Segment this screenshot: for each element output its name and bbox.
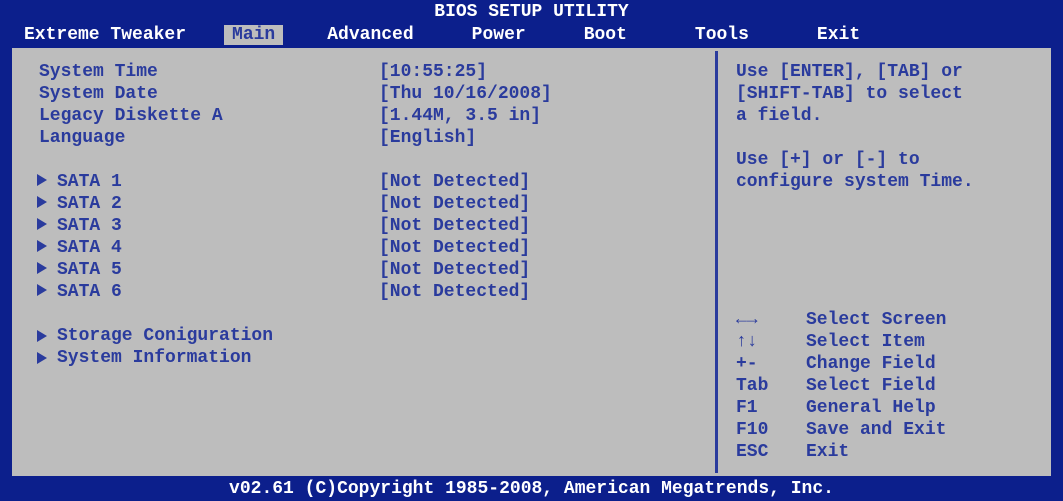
label-system-date: System Date	[39, 83, 379, 105]
triangle-icon	[37, 284, 47, 296]
row-sata-1[interactable]: SATA 1 [Not Detected]	[39, 171, 707, 193]
key-tab: Tab	[736, 375, 806, 397]
key-row-change-field: +- Change Field	[736, 353, 1034, 375]
key-row-select-field: Tab Select Field	[736, 375, 1034, 397]
label-sata-2: SATA 2	[57, 194, 122, 214]
key-arrows-lr-icon: ←→	[736, 309, 806, 331]
row-sata-3[interactable]: SATA 3 [Not Detected]	[39, 215, 707, 237]
label-sata-5: SATA 5	[57, 260, 122, 280]
key-desc: Save and Exit	[806, 419, 946, 441]
help-line-5: configure system Time.	[736, 171, 1034, 193]
help-line-3: a field.	[736, 105, 1034, 127]
key-row-save-exit: F10 Save and Exit	[736, 419, 1034, 441]
key-esc: ESC	[736, 441, 806, 463]
menu-tools[interactable]: Tools	[685, 25, 759, 45]
key-row-exit: ESC Exit	[736, 441, 1034, 463]
menu-exit[interactable]: Exit	[807, 25, 870, 45]
triangle-icon	[37, 240, 47, 252]
value-sata-5: [Not Detected]	[379, 259, 530, 281]
key-desc: Select Item	[806, 331, 925, 353]
label-legacy-diskette: Legacy Diskette A	[39, 105, 379, 127]
triangle-icon	[37, 330, 47, 342]
row-system-time[interactable]: System Time [10:55:25]	[39, 61, 707, 83]
row-sata-2[interactable]: SATA 2 [Not Detected]	[39, 193, 707, 215]
label-sata-1: SATA 1	[57, 172, 122, 192]
key-row-select-item: ↑↓ Select Item	[736, 331, 1034, 353]
menu-bar: Extreme Tweaker Main Advanced Power Boot…	[0, 24, 1063, 48]
label-sata-3: SATA 3	[57, 216, 122, 236]
key-arrows-ud-icon: ↑↓	[736, 331, 806, 353]
label-system-time: System Time	[39, 61, 379, 83]
help-line-2: [SHIFT-TAB] to select	[736, 83, 1034, 105]
help-line-1: Use [ENTER], [TAB] or	[736, 61, 1034, 83]
content-panels: System Time [10:55:25] System Date [Thu …	[12, 48, 1051, 476]
settings-panel: System Time [10:55:25] System Date [Thu …	[15, 51, 718, 473]
key-desc: Select Screen	[806, 309, 946, 331]
label-system-information: System Information	[57, 347, 251, 369]
submenu-system-information[interactable]: System Information	[39, 347, 707, 369]
submenu-storage-configuration[interactable]: Storage Coniguration	[39, 325, 707, 347]
key-f10: F10	[736, 419, 806, 441]
triangle-icon	[37, 262, 47, 274]
key-row-general-help: F1 General Help	[736, 397, 1034, 419]
triangle-icon	[37, 352, 47, 364]
row-sata-5[interactable]: SATA 5 [Not Detected]	[39, 259, 707, 281]
triangle-icon	[37, 174, 47, 186]
key-desc: Exit	[806, 441, 849, 463]
row-language[interactable]: Language [English]	[39, 127, 707, 149]
triangle-icon	[37, 196, 47, 208]
menu-boot[interactable]: Boot	[574, 25, 637, 45]
menu-advanced[interactable]: Advanced	[317, 25, 423, 45]
help-panel: Use [ENTER], [TAB] or [SHIFT-TAB] to sel…	[718, 51, 1048, 473]
label-sata-4: SATA 4	[57, 238, 122, 258]
key-f1: F1	[736, 397, 806, 419]
row-legacy-diskette[interactable]: Legacy Diskette A [1.44M, 3.5 in]	[39, 105, 707, 127]
value-sata-6: [Not Detected]	[379, 281, 530, 303]
value-system-date[interactable]: [Thu 10/16/2008]	[379, 83, 552, 105]
value-sata-1: [Not Detected]	[379, 171, 530, 193]
value-legacy-diskette[interactable]: [1.44M, 3.5 in]	[379, 105, 541, 127]
key-desc: Select Field	[806, 375, 936, 397]
key-row-select-screen: ←→ Select Screen	[736, 309, 1034, 331]
menu-power[interactable]: Power	[462, 25, 536, 45]
key-help: ←→ Select Screen ↑↓ Select Item +- Chang…	[736, 309, 1034, 463]
label-sata-6: SATA 6	[57, 282, 122, 302]
window-title: BIOS SETUP UTILITY	[0, 0, 1063, 24]
footer-copyright: v02.61 (C)Copyright 1985-2008, American …	[0, 478, 1063, 501]
key-desc: General Help	[806, 397, 936, 419]
row-sata-4[interactable]: SATA 4 [Not Detected]	[39, 237, 707, 259]
value-sata-3: [Not Detected]	[379, 215, 530, 237]
value-sata-4: [Not Detected]	[379, 237, 530, 259]
key-plus-minus: +-	[736, 353, 806, 375]
label-language: Language	[39, 127, 379, 149]
value-sata-2: [Not Detected]	[379, 193, 530, 215]
menu-main[interactable]: Main	[224, 25, 283, 45]
row-sata-6[interactable]: SATA 6 [Not Detected]	[39, 281, 707, 303]
value-system-time[interactable]: [10:55:25]	[379, 61, 487, 83]
value-language[interactable]: [English]	[379, 127, 476, 149]
row-system-date[interactable]: System Date [Thu 10/16/2008]	[39, 83, 707, 105]
key-desc: Change Field	[806, 353, 936, 375]
label-storage-configuration: Storage Coniguration	[57, 325, 273, 347]
help-line-4: Use [+] or [-] to	[736, 149, 1034, 171]
triangle-icon	[37, 218, 47, 230]
menu-extreme-tweaker[interactable]: Extreme Tweaker	[14, 25, 196, 45]
